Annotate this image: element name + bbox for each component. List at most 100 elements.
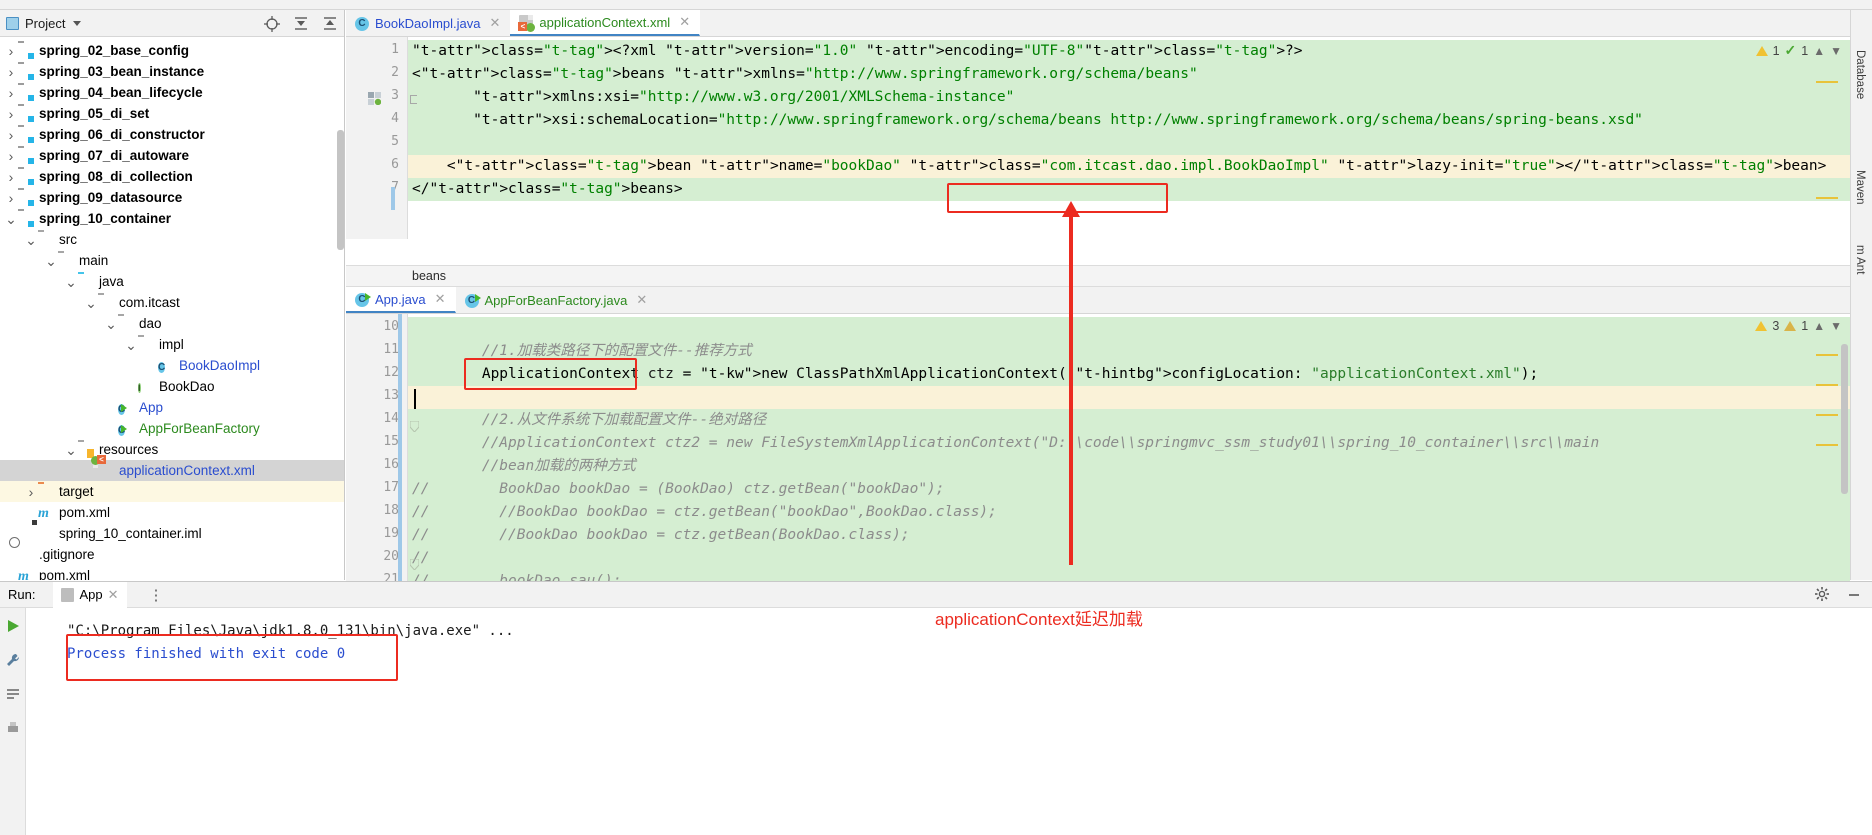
tree-item-resources[interactable]: ⌄ resources [0,439,344,460]
chevron-down-icon[interactable]: ⌄ [104,317,118,331]
chevron-down-icon[interactable] [73,20,82,26]
java-editor-scrollbar[interactable] [1841,344,1848,494]
code-line[interactable]: // //BookDao bookDao = ctz.getBean("book… [412,501,997,524]
chevron-up-icon[interactable]: ▲ [1813,319,1825,333]
tree-item-bookdao[interactable]: I BookDao [0,376,344,397]
right-tool-database[interactable]: Database [1854,50,1866,99]
breadcrumb-item-beans[interactable]: beans [412,269,446,283]
chevron-down-icon[interactable]: ⌄ [64,443,78,457]
right-tool-maven[interactable]: Maven [1854,170,1866,205]
tree-item-spring-03-bean-instance[interactable]: › spring_03_bean_instance [0,61,344,82]
tree-item-spring-07-di-autoware[interactable]: › spring_07_di_autoware [0,145,344,166]
tree-item-applicationcontext-xml[interactable]: applicationContext.xml [0,455,344,481]
java-code-body[interactable]: //1.加载类路径下的配置文件--推荐方式 ApplicationContext… [408,314,1850,590]
scroll-down-icon[interactable] [5,670,21,686]
fold-marker-icon[interactable] [409,558,420,571]
code-line[interactable]: <"t-attr">class="t-tag">beans "t-attr">x… [412,63,1198,86]
tab-appforbeanfactory-java[interactable]: C AppForBeanFactory.java ✕ [456,287,658,313]
chevron-down-icon[interactable]: ▼ [1830,319,1842,333]
tab-applicationcontext-xml[interactable]: applicationContext.xml ✕ [510,10,701,36]
minimize-icon[interactable] [1846,586,1862,605]
rerun-icon[interactable] [5,618,21,634]
tree-item--gitignore[interactable]: .gitignore [0,544,344,565]
run-side-toolbar[interactable] [0,608,26,835]
collapse-all-icon[interactable] [322,16,338,32]
code-line[interactable]: //ApplicationContext ctz2 = new FileSyst… [412,432,1599,455]
chevron-right-icon[interactable]: › [4,169,18,185]
chevron-right-icon[interactable]: › [4,148,18,164]
chevron-down-icon[interactable]: ⌄ [64,275,78,289]
tree-item-pom-xml[interactable]: m pom.xml [0,565,344,580]
tree-item-java[interactable]: ⌄ java [0,271,344,292]
tree-item-pom-xml[interactable]: m pom.xml [0,502,344,523]
chevron-right-icon[interactable]: › [24,484,38,500]
tree-item-impl[interactable]: ⌄ impl [0,334,344,355]
code-line[interactable]: </"t-attr">class="t-tag">beans> [412,178,683,201]
settings-gear-icon[interactable] [1814,586,1830,605]
tab-app-java[interactable]: C App.java ✕ [346,287,456,313]
chevron-down-icon[interactable]: ⌄ [24,233,38,247]
run-options-icon[interactable]: ⋮ [149,586,164,604]
code-line[interactable]: //2.从文件系统下加载配置文件--绝对路径 [412,409,766,432]
tree-item-src[interactable]: ⌄ src [0,229,344,250]
chevron-down-icon[interactable]: ⌄ [124,338,138,352]
tree-item-spring-10-container-iml[interactable]: spring_10_container.iml [0,523,344,544]
spring-bean-gutter-icon[interactable] [368,92,382,106]
tree-item-dao[interactable]: ⌄ dao [0,313,344,334]
tree-item-target[interactable]: › target [0,481,344,502]
right-tool-ant[interactable]: m Ant [1854,245,1866,274]
chevron-down-icon[interactable]: ⌄ [4,212,18,226]
expand-all-icon[interactable] [293,16,309,32]
close-icon[interactable]: ✕ [435,291,446,307]
code-line[interactable]: //bean加载的两种方式 [412,455,636,478]
tree-item-spring-02-base-config[interactable]: › spring_02_base_config [0,40,344,61]
xml-gutter[interactable]: 1234567 [346,37,408,239]
tree-item-spring-08-di-collection[interactable]: › spring_08_di_collection [0,166,344,187]
project-tree[interactable]: › spring_02_base_config › spring_03_bean_in… [0,37,344,580]
tab-bookdaoimpl-java[interactable]: C BookDaoImpl.java ✕ [346,10,510,36]
chevron-right-icon[interactable]: › [4,43,18,59]
project-tree-scrollbar[interactable] [337,130,344,250]
print-icon[interactable] [5,720,21,736]
chevron-down-icon[interactable]: ▼ [1830,44,1842,58]
java-code-pane[interactable]: 10 11 12 13 14 15 16 17 18 19 20 21 //1.加载类路径下的配置文件… [346,314,1850,590]
code-line[interactable]: <"t-attr">class="t-tag">bean "t-attr">na… [412,155,1826,178]
tree-item-spring-04-bean-lifecycle[interactable]: › spring_04_bean_lifecycle [0,82,344,103]
close-icon[interactable]: ✕ [490,15,501,31]
tree-item-appforbeanfactory[interactable]: C AppForBeanFactory [0,418,344,439]
xml-inspection-widget[interactable]: 1 ✓ 1 ▲ ▼ [1755,42,1842,59]
xml-editor-tabbar[interactable]: C BookDaoImpl.java ✕ applicationContext.… [346,10,1872,37]
chevron-up-icon[interactable]: ▲ [1813,44,1825,58]
locate-target-icon[interactable] [264,15,280,32]
close-icon[interactable]: ✕ [679,14,690,30]
xml-code-pane[interactable]: 1234567 "t-attr">class="t-tag"><?xml "t-… [346,37,1850,239]
chevron-right-icon[interactable]: › [4,190,18,206]
chevron-right-icon[interactable]: › [4,127,18,143]
chevron-right-icon[interactable]: › [4,64,18,80]
tree-item-com-itcast[interactable]: ⌄ com.itcast [0,292,344,313]
soft-wrap-icon[interactable] [5,686,21,702]
fold-marker-icon[interactable] [409,420,420,433]
chevron-down-icon[interactable]: ⌄ [84,296,98,310]
chevron-down-icon[interactable]: ⌄ [44,254,58,268]
chevron-right-icon[interactable]: › [4,106,18,122]
tree-item-spring-06-di-constructor[interactable]: › spring_06_di_constructor [0,124,344,145]
java-editor-tabbar[interactable]: C App.java ✕ C AppForBeanFactory.java ✕ … [346,287,1872,314]
java-inspection-widget[interactable]: 3 1 ▲ ▼ [1755,319,1842,333]
code-line[interactable]: "t-attr">xsi:schemaLocation="http://www.… [412,109,1643,132]
close-icon[interactable]: ✕ [108,587,119,603]
scroll-up-icon[interactable] [5,638,21,654]
run-tab-app[interactable]: App ✕ [53,581,127,608]
chevron-right-icon[interactable]: › [4,85,18,101]
xml-breadcrumb[interactable]: beans [346,265,1850,287]
code-line[interactable]: "t-attr">xmlns:xsi="http://www.w3.org/20… [412,86,1014,109]
fold-marker-icon[interactable] [410,95,417,104]
right-tool-strip[interactable]: Database Maven m Ant [1850,10,1872,580]
tree-item-spring-09-datasource[interactable]: › spring_09_datasource [0,187,344,208]
code-line[interactable]: // BookDao bookDao = (BookDao) ctz.getBe… [412,478,945,501]
code-line[interactable]: "t-attr">class="t-tag"><?xml "t-attr">ve… [412,40,1303,63]
tree-item-app[interactable]: C App [0,397,344,418]
close-icon[interactable]: ✕ [636,292,647,308]
tree-item-main[interactable]: ⌄ main [0,250,344,271]
wrench-icon[interactable] [5,652,21,668]
